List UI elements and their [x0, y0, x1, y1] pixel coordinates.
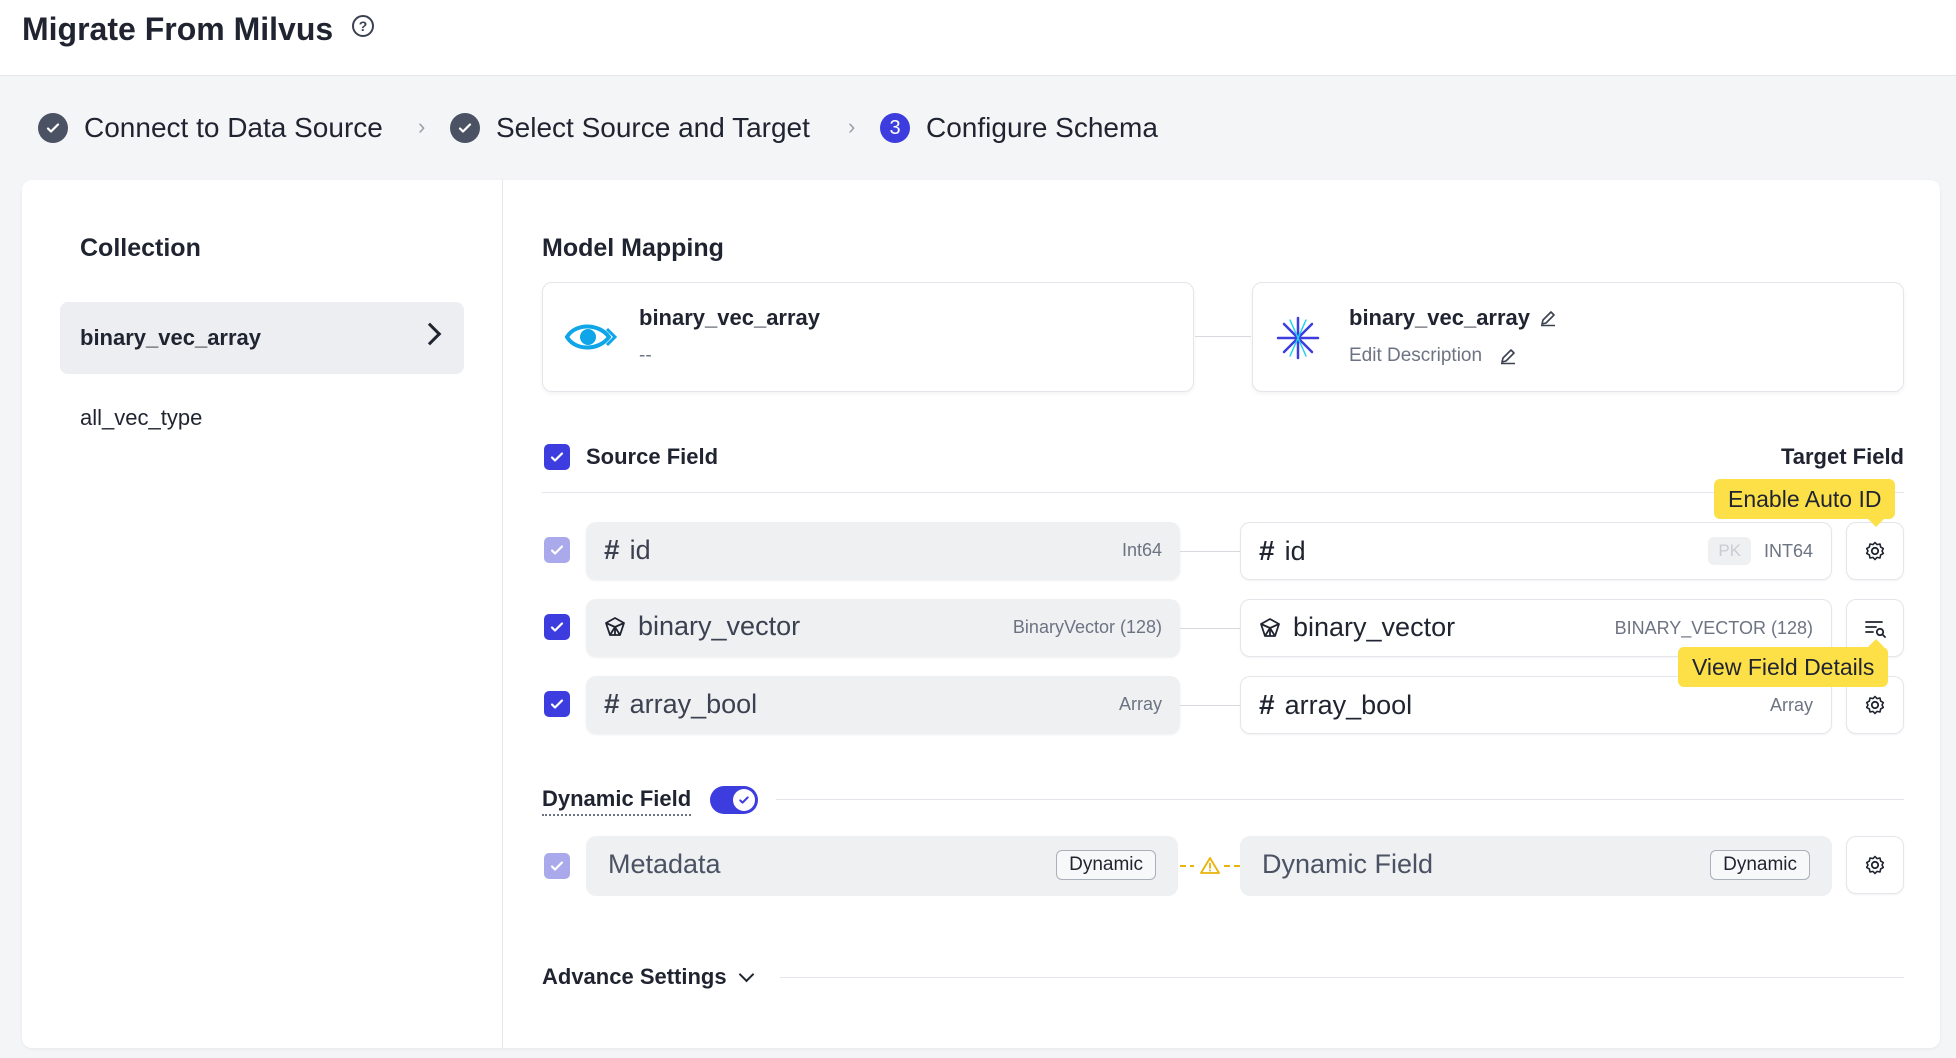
chevron-right-icon: › — [848, 114, 856, 139]
chevron-right-icon: › — [418, 114, 426, 139]
gear-icon — [1865, 541, 1885, 561]
pk-badge: PK — [1708, 537, 1751, 565]
source-field-type: Int64 — [1121, 540, 1162, 560]
advance-settings-toggle[interactable]: Advance Settings — [542, 964, 754, 990]
dynamic-field-label: Dynamic Field — [542, 786, 692, 816]
step-configure-schema: 3 Configure Schema — [880, 108, 1158, 148]
check-icon — [550, 545, 564, 555]
dynamic-divider — [776, 799, 1904, 800]
source-field-name: binary_vector — [638, 611, 801, 641]
tooltip-arrow — [1868, 519, 1884, 527]
dynamic-badge: Dynamic — [1710, 850, 1810, 880]
source-field-header: Source Field — [586, 444, 719, 469]
sidebar-divider — [502, 180, 503, 1048]
dynamic-source-name: Metadata — [608, 849, 721, 879]
target-field-type: Array — [1769, 695, 1813, 715]
target-field-name: array_bool — [1284, 689, 1413, 720]
gear-icon — [1865, 695, 1885, 715]
source-field-type: BinaryVector (128) — [1012, 617, 1162, 637]
collection-item-binary-vec-array[interactable]: binary_vec_array — [60, 302, 464, 374]
hash-icon: # — [1259, 535, 1275, 566]
advance-settings-divider — [780, 977, 1904, 978]
step-select-source-target: Select Source and Target — [450, 108, 810, 148]
view-field-details-tooltip: View Field Details — [1678, 647, 1889, 687]
field-checkbox-binary-vector[interactable] — [544, 614, 570, 640]
chevron-down-icon — [738, 966, 754, 982]
source-model-card: binary_vec_array -- — [542, 282, 1194, 392]
target-model-description[interactable]: Edit Description — [1349, 345, 1482, 367]
milvus-eye-icon — [563, 317, 618, 362]
source-field-id: # id Int64 — [586, 522, 1180, 580]
model-connector — [1195, 336, 1251, 337]
toggle-knob — [733, 789, 755, 811]
help-icon[interactable]: ? — [352, 15, 374, 37]
advance-settings-label: Advance Settings — [542, 964, 727, 989]
field-connector — [1180, 551, 1240, 552]
dynamic-target-name: Dynamic Field — [1262, 849, 1434, 879]
check-icon — [739, 796, 749, 804]
dynamic-field-toggle[interactable] — [710, 786, 758, 814]
collection-item-label: binary_vec_array — [80, 325, 262, 350]
gear-icon — [1865, 855, 1885, 875]
dynamic-badge: Dynamic — [1056, 850, 1156, 880]
enable-auto-id-tooltip: Enable Auto ID — [1714, 479, 1896, 519]
check-icon — [550, 452, 564, 462]
vector-icon — [604, 616, 626, 638]
collection-title: Collection — [80, 234, 201, 262]
page-header: Migrate From Milvus ? — [0, 0, 1956, 76]
source-field-name: array_bool — [629, 688, 758, 719]
check-icon — [550, 861, 564, 871]
step-label: Select Source and Target — [496, 112, 810, 143]
hash-icon: # — [604, 534, 620, 565]
field-checkbox-array-bool[interactable] — [544, 691, 570, 717]
dynamic-field-checkbox[interactable] — [544, 853, 570, 879]
chevron-right-icon — [418, 322, 442, 346]
source-field-array-bool: # array_bool Array — [586, 676, 1180, 734]
warning-connector — [1180, 856, 1240, 881]
field-connector — [1180, 705, 1240, 706]
source-field-name: id — [629, 534, 651, 565]
collection-item-all-vec-type[interactable]: all_vec_type — [60, 382, 464, 454]
check-icon — [550, 699, 564, 709]
field-details-icon — [1865, 621, 1886, 638]
target-field-header: Target Field — [1780, 444, 1904, 469]
hash-icon: # — [1259, 689, 1275, 720]
collection-item-label: all_vec_type — [80, 405, 203, 430]
target-field-name: binary_vector — [1293, 612, 1456, 642]
check-circle-icon — [450, 113, 480, 143]
field-connector — [1180, 628, 1240, 629]
vector-icon — [1259, 617, 1281, 639]
target-field-type: BINARY_VECTOR (128) — [1614, 618, 1813, 638]
check-icon — [550, 622, 564, 632]
tooltip-arrow — [1868, 639, 1884, 647]
header-divider — [542, 492, 1904, 493]
target-model-card: binary_vec_array Edit Description — [1252, 282, 1904, 392]
edit-name-icon[interactable] — [1539, 309, 1557, 332]
target-field-name: id — [1284, 535, 1306, 566]
field-checkbox-id[interactable] — [544, 537, 570, 563]
source-field-type: Array — [1118, 694, 1162, 714]
step-number-badge: 3 — [880, 113, 910, 143]
zilliz-star-icon — [1275, 315, 1321, 366]
step-label: Connect to Data Source — [84, 112, 383, 143]
hash-icon: # — [604, 688, 620, 719]
source-model-description: -- — [639, 345, 652, 366]
page-title: Migrate From Milvus — [22, 11, 334, 47]
model-mapping-title: Model Mapping — [542, 234, 724, 262]
target-field-type: INT64 — [1763, 541, 1813, 561]
edit-description-icon[interactable] — [1499, 347, 1517, 370]
target-model-name: binary_vec_array — [1349, 305, 1531, 330]
target-field-id: # id PK INT64 — [1240, 522, 1832, 580]
enable-auto-id-button[interactable] — [1846, 522, 1904, 580]
dynamic-target-field: Dynamic Field Dynamic — [1240, 836, 1832, 896]
dynamic-source-field: Metadata Dynamic — [586, 836, 1178, 896]
source-model-name: binary_vec_array — [639, 305, 821, 330]
select-all-checkbox[interactable] — [544, 444, 570, 470]
dynamic-settings-button[interactable] — [1846, 836, 1904, 894]
step-connect-data-source: Connect to Data Source — [38, 108, 383, 148]
check-circle-icon — [38, 113, 68, 143]
step-label: Configure Schema — [926, 112, 1158, 143]
source-field-binary-vector: binary_vector BinaryVector (128) — [586, 599, 1180, 657]
